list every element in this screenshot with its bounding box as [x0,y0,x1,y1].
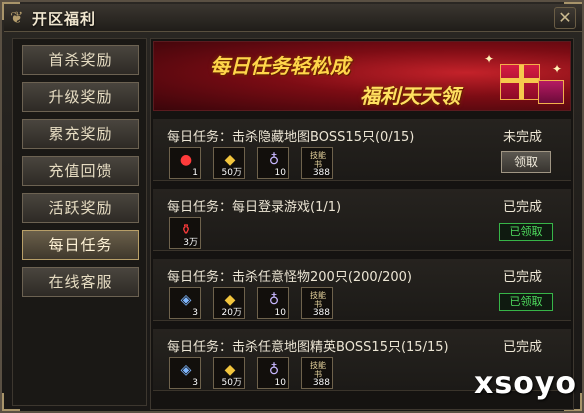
window-title: 开区福利 [32,10,97,28]
gift-box-icon [500,64,540,100]
sparkle-icon: ✦ [484,52,495,66]
reward-count: 10 [274,168,286,178]
task-panel: 每日任务轻松成 福利天天领 ✦ ✦ 每日任务：击杀隐藏地图BOSS15只(0/1… [150,38,574,410]
blue-gem-icon: ◈ [180,362,192,378]
claim-button[interactable]: 领取 [501,151,551,173]
reward-slot[interactable]: ● 1 [169,147,201,179]
sidebar-item-cumulative-recharge[interactable]: 累充奖励 [22,119,139,149]
reward-slot[interactable]: ♁ 10 [257,287,289,319]
ring-icon: ♁ [268,152,280,168]
reward-count: 388 [312,168,330,178]
banner-subheadline: 福利天天领 [360,84,460,108]
scroll-icon: 技能书 [310,361,326,379]
title-bar: ❦ 开区福利 ✕ [4,4,582,32]
sidebar: 首杀奖励 升级奖励 累充奖励 充值回馈 活跃奖励 每日任务 在线客服 [12,38,147,406]
sparkle-icon: ✦ [552,62,563,76]
reward-slot[interactable]: ◈ 3 [169,287,201,319]
reward-slot[interactable]: ♁ 10 [257,357,289,389]
reward-slot[interactable]: ◆ 50万 [213,357,245,389]
task-description: 每日任务：击杀任意怪物200只(200/200) [167,270,412,285]
reward-count: 1 [192,168,198,178]
reward-count: 50万 [221,168,242,178]
dragon-ornament-icon: ❦ [10,8,24,27]
reward-count: 388 [312,308,330,318]
reward-count: 388 [312,378,330,388]
task-row: 每日任务：击杀任意怪物200只(200/200) 已完成 ◈ 3 ◆ 20万 ♁… [153,259,571,321]
scroll-icon: 技能书 [310,291,326,309]
claimed-badge: 已领取 [499,293,553,311]
reward-slot[interactable]: ⚱ 3万 [169,217,201,249]
task-description: 每日任务：每日登录游戏(1/1) [167,200,342,215]
task-row: 每日任务：每日登录游戏(1/1) 已完成 ⚱ 3万 已领取 [153,189,571,251]
reward-slot[interactable]: ◈ 3 [169,357,201,389]
ring-icon: ♁ [268,292,280,308]
task-description: 每日任务：击杀任意地图精英BOSS15只(15/15) [167,340,449,355]
scroll-icon: 技能书 [310,151,326,169]
claimed-badge: 已领取 [499,223,553,241]
sidebar-item-online-support[interactable]: 在线客服 [22,267,139,297]
reward-count: 10 [274,378,286,388]
watermark: xsoyo [474,366,577,401]
reward-slot[interactable]: 技能书 388 [301,147,333,179]
task-status: 已完成 [503,200,543,215]
task-status: 已完成 [503,340,543,355]
event-window: ❦ 开区福利 ✕ 首杀奖励 升级奖励 累充奖励 充值回馈 活跃奖励 每日任务 在… [0,0,584,413]
sidebar-item-first-kill[interactable]: 首杀奖励 [22,45,139,75]
sidebar-item-activity[interactable]: 活跃奖励 [22,193,139,223]
gift-box-icon [538,80,564,104]
reward-count: 3 [192,378,198,388]
reward-count: 10 [274,308,286,318]
task-status: 未完成 [503,130,543,145]
red-orb-icon: ● [179,152,193,168]
reward-count: 20万 [221,308,242,318]
task-row: 每日任务：击杀隐藏地图BOSS15只(0/15) 未完成 ● 1 ◆ 50万 ♁… [153,119,571,181]
sidebar-item-daily-tasks[interactable]: 每日任务 [22,230,139,260]
blue-gem-icon: ◈ [180,292,192,308]
reward-slot[interactable]: ♁ 10 [257,147,289,179]
sidebar-item-level-up[interactable]: 升级奖励 [22,82,139,112]
close-button[interactable]: ✕ [554,7,576,29]
task-status: 已完成 [503,270,543,285]
sidebar-item-recharge-feedback[interactable]: 充值回馈 [22,156,139,186]
ring-icon: ♁ [268,362,280,378]
reward-count: 3 [192,308,198,318]
reward-count: 50万 [221,378,242,388]
reward-slot[interactable]: ◆ 20万 [213,287,245,319]
reward-slot[interactable]: 技能书 388 [301,357,333,389]
banner-headline: 每日任务轻松成 [210,54,350,78]
reward-count: 3万 [183,238,198,248]
task-description: 每日任务：击杀隐藏地图BOSS15只(0/15) [167,130,415,145]
banner: 每日任务轻松成 福利天天领 ✦ ✦ [153,41,571,111]
reward-slot[interactable]: 技能书 388 [301,287,333,319]
reward-slot[interactable]: ◆ 50万 [213,147,245,179]
